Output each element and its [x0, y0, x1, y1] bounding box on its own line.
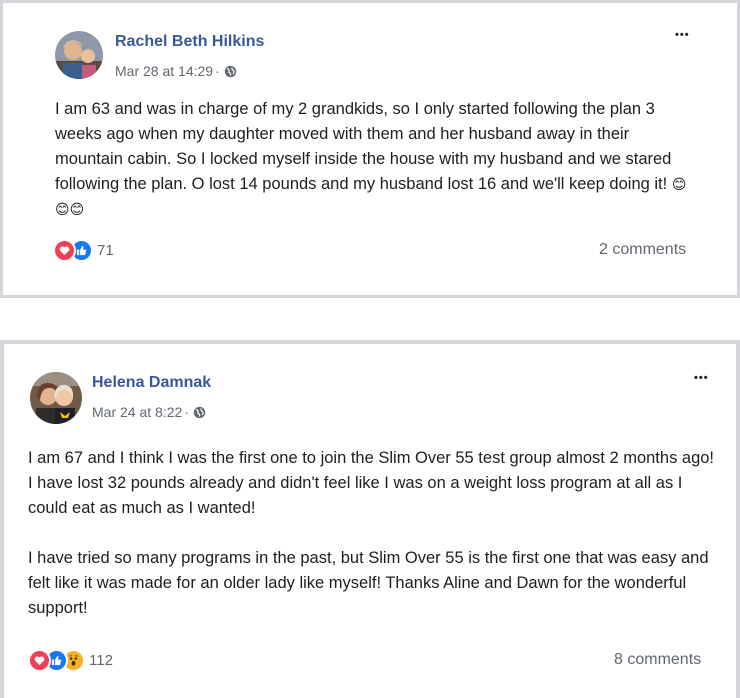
avatar[interactable]	[55, 31, 103, 79]
post-paragraph: I have tried so many programs in the pas…	[28, 549, 709, 617]
post-meta: Mar 28 at 14:29 ·	[115, 63, 237, 79]
meta-separator: ·	[184, 404, 189, 420]
post-text: I am 63 and was in charge of my 2 grandk…	[55, 100, 672, 193]
author-name[interactable]: Rachel Beth Hilkins	[115, 33, 264, 51]
reactions-summary[interactable]: 112	[28, 649, 113, 672]
more-options-button[interactable]: •••	[694, 372, 709, 384]
globe-icon	[193, 406, 206, 419]
author-name[interactable]: Helena Damnak	[92, 374, 211, 392]
comments-count-link[interactable]: 8 comments	[614, 651, 701, 669]
post-body: I am 63 and was in charge of my 2 grandk…	[55, 97, 695, 222]
post-card: Helena Damnak Mar 24 at 8:22 · ••• I am …	[0, 340, 740, 698]
avatar[interactable]	[30, 372, 82, 424]
more-options-button[interactable]: •••	[675, 29, 690, 41]
comments-count-link[interactable]: 2 comments	[599, 241, 686, 259]
post-paragraph: I am 67 and I think I was the first one …	[28, 449, 715, 517]
reaction-count[interactable]: 112	[89, 652, 113, 669]
love-icon	[53, 239, 76, 262]
meta-separator: ·	[215, 63, 220, 79]
post-body: I am 67 and I think I was the first one …	[28, 446, 718, 621]
globe-icon	[224, 65, 237, 78]
love-icon	[28, 649, 51, 672]
post-card: Rachel Beth Hilkins Mar 28 at 14:29 · ••…	[0, 0, 740, 298]
post-timestamp[interactable]: Mar 24 at 8:22	[92, 404, 182, 420]
reactions-summary[interactable]: 71	[53, 239, 114, 262]
post-timestamp[interactable]: Mar 28 at 14:29	[115, 63, 213, 79]
reaction-count[interactable]: 71	[97, 242, 114, 259]
post-meta: Mar 24 at 8:22 ·	[92, 404, 206, 420]
